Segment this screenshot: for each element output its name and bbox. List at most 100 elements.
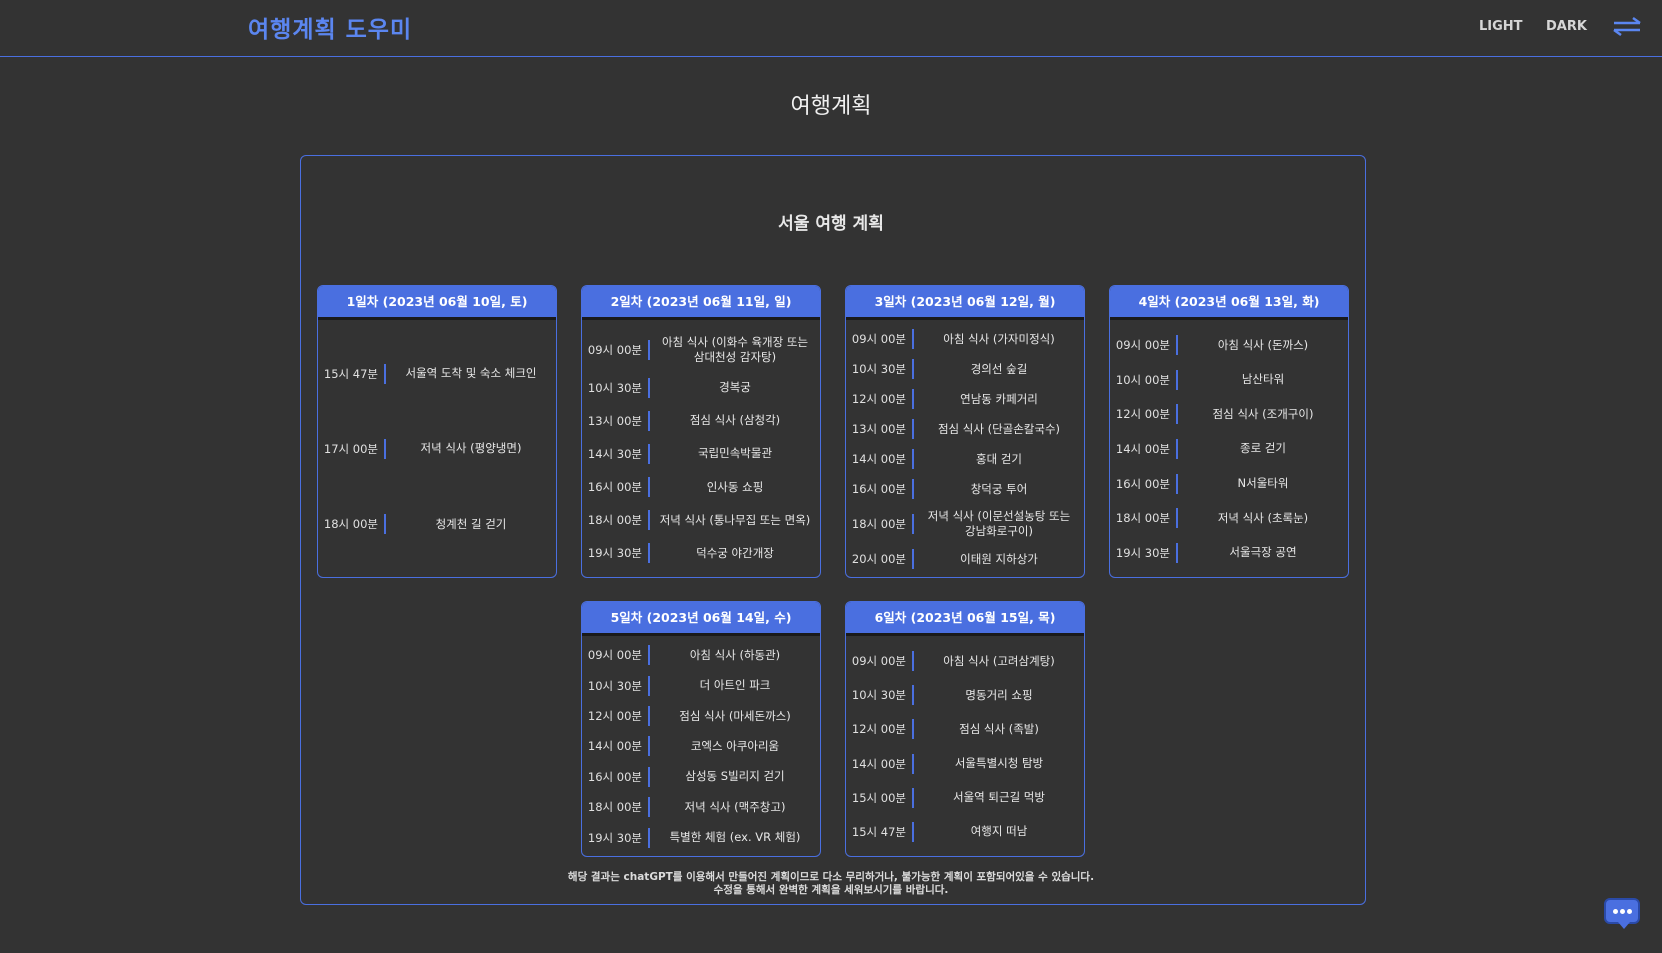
day-header: 4일차 (2023년 06월 13일, 화) bbox=[1110, 286, 1348, 320]
schedule-activity: 서울역 퇴근길 먹방 bbox=[953, 790, 1045, 805]
schedule-time: 16시 00분 bbox=[1115, 476, 1170, 491]
schedule-activity: 더 아트인 파크 bbox=[699, 678, 771, 693]
schedule-item: 09시 00분 아침 식사 (돈까스) bbox=[1110, 335, 1348, 356]
schedule-list: 09시 00분 아침 식사 (하동관) 10시 30분 더 아트인 파크 12시 0… bbox=[582, 636, 820, 856]
schedule-item: 10시 30분 명동거리 쇼핑 bbox=[846, 685, 1084, 706]
schedule-list: 09시 00분 아침 식사 (돈까스) 10시 00분 남산타워 12시 00분 점심… bbox=[1110, 320, 1348, 577]
schedule-time: 12시 00분 bbox=[1115, 407, 1170, 422]
schedule-time: 14시 00분 bbox=[1115, 441, 1170, 456]
schedule-activity: 청계천 길 걷기 bbox=[435, 516, 507, 531]
schedule-item: 09시 00분 아침 식사 (이화수 육개장 또는 삼대천성 감자탕) bbox=[582, 335, 820, 365]
chat-bubble-icon[interactable] bbox=[1604, 898, 1640, 924]
schedule-item: 15시 47분 서울역 도착 및 숙소 체크인 bbox=[318, 363, 556, 384]
schedule-activity: 특별한 체험 (ex. VR 체험) bbox=[669, 830, 801, 845]
schedule-item: 18시 00분 청계천 길 걷기 bbox=[318, 514, 556, 535]
schedule-item: 19시 30분 서울극장 공연 bbox=[1110, 542, 1348, 563]
schedule-time: 14시 30분 bbox=[587, 446, 642, 461]
day-header: 6일차 (2023년 06월 15일, 목) bbox=[846, 602, 1084, 636]
schedule-time: 18시 00분 bbox=[1115, 511, 1170, 526]
schedule-time: 19시 30분 bbox=[587, 830, 642, 845]
schedule-time: 10시 30분 bbox=[587, 678, 642, 693]
schedule-list: 09시 00분 아침 식사 (이화수 육개장 또는 삼대천성 감자탕) 10시 3… bbox=[582, 320, 820, 577]
schedule-item: 12시 00분 점심 식사 (마세돈까스) bbox=[582, 706, 820, 727]
schedule-time: 09시 00분 bbox=[587, 648, 642, 663]
schedule-time: 12시 00분 bbox=[851, 392, 906, 406]
schedule-time: 09시 00분 bbox=[1115, 338, 1170, 353]
schedule-time: 18시 00분 bbox=[323, 517, 378, 532]
schedule-time: 19시 30분 bbox=[1115, 545, 1170, 560]
schedule-activity: 인사동 쇼핑 bbox=[706, 479, 764, 494]
schedule-item: 16시 00분 인사동 쇼핑 bbox=[582, 477, 820, 498]
schedule-time: 14시 00분 bbox=[587, 739, 642, 754]
schedule-time: 16시 00분 bbox=[851, 482, 906, 496]
plan-title: 서울 여행 계획 bbox=[778, 214, 884, 234]
chat-bubble-tail bbox=[1618, 922, 1630, 929]
schedule-activity: 국립민속박물관 bbox=[697, 446, 773, 461]
schedule-time: 20시 00분 bbox=[851, 552, 906, 566]
day-header: 5일차 (2023년 06월 14일, 수) bbox=[582, 602, 820, 636]
day-card-5: 5일차 (2023년 06월 14일, 수) 09시 00분 아침 식사 (하동관… bbox=[581, 601, 821, 857]
schedule-activity: 홍대 걷기 bbox=[976, 451, 1022, 466]
disclaimer-note: 해당 결과는 chatGPT를 이용해서 만들어진 계획이므로 다소 무리하거나… bbox=[0, 871, 1662, 897]
schedule-activity: 남산타워 bbox=[1241, 372, 1285, 387]
schedule-item: 14시 00분 서울특별시청 탐방 bbox=[846, 753, 1084, 774]
schedule-list: 09시 00분 아침 식사 (고려삼계탕) 10시 30분 명동거리 쇼핑 12시 … bbox=[846, 636, 1084, 856]
schedule-time: 15시 00분 bbox=[851, 790, 906, 805]
schedule-item: 09시 00분 아침 식사 (고려삼계탕) bbox=[846, 651, 1084, 672]
schedule-activity: 점심 식사 (족발) bbox=[959, 721, 1039, 736]
dot bbox=[1620, 909, 1625, 914]
schedule-time: 12시 00분 bbox=[587, 709, 642, 724]
schedule-activity: 서울역 도착 및 숙소 체크인 bbox=[405, 366, 537, 381]
schedule-time: 09시 00분 bbox=[587, 342, 642, 357]
schedule-list: 15시 47분 서울역 도착 및 숙소 체크인 17시 00분 저녁 식사 (평양냉… bbox=[318, 320, 556, 577]
schedule-item: 16시 00분 삼성동 S빌리지 걷기 bbox=[582, 766, 820, 787]
disclaimer-line-2: 수정을 통해서 완벽한 계획을 세워보시기를 바랍니다. bbox=[713, 884, 949, 896]
schedule-time: 18시 00분 bbox=[851, 517, 906, 531]
schedule-activity: 이태원 지하상가 bbox=[960, 551, 1038, 566]
schedule-activity: 연남동 카페거리 bbox=[960, 391, 1038, 406]
schedule-activity: 서울극장 공연 bbox=[1229, 545, 1297, 560]
schedule-item: 12시 00분 점심 식사 (족발) bbox=[846, 719, 1084, 740]
schedule-activity: 아침 식사 (가자미정식) bbox=[943, 331, 1055, 346]
schedule-activity: 종로 걷기 bbox=[1240, 441, 1286, 456]
schedule-time: 17시 00분 bbox=[323, 441, 378, 456]
schedule-activity: 덕수궁 야간개장 bbox=[696, 545, 774, 560]
light-mode-link[interactable]: LIGHT bbox=[1479, 19, 1523, 34]
day-card-4: 4일차 (2023년 06월 13일, 화) 09시 00분 아침 식사 (돈까스… bbox=[1109, 285, 1349, 578]
schedule-item: 14시 00분 종로 걷기 bbox=[1110, 438, 1348, 459]
dark-mode-link[interactable]: DARK bbox=[1546, 19, 1587, 34]
schedule-time: 09시 00분 bbox=[851, 654, 906, 669]
schedule-activity: 경의선 숲길 bbox=[970, 361, 1028, 376]
schedule-item: 14시 30분 국립민속박물관 bbox=[582, 443, 820, 464]
schedule-activity: 삼성동 S빌리지 걷기 bbox=[685, 769, 785, 784]
day-header: 2일차 (2023년 06월 11일, 일) bbox=[582, 286, 820, 320]
schedule-item: 18시 00분 저녁 식사 (이문선설농탕 또는 강남화로구이) bbox=[846, 509, 1084, 539]
schedule-item: 09시 00분 아침 식사 (가자미정식) bbox=[846, 329, 1084, 349]
schedule-activity: 아침 식사 (고려삼계탕) bbox=[943, 653, 1055, 668]
schedule-time: 13시 00분 bbox=[587, 413, 642, 428]
schedule-item: 14시 00분 홍대 걷기 bbox=[846, 449, 1084, 469]
schedule-activity: 점심 식사 (삼청각) bbox=[689, 413, 781, 428]
schedule-time: 19시 30분 bbox=[587, 546, 642, 561]
schedule-activity: 저녁 식사 (초록눈) bbox=[1217, 510, 1309, 525]
schedule-activity: 저녁 식사 (맥주창고) bbox=[684, 799, 786, 814]
schedule-item: 18시 00분 저녁 식사 (맥주창고) bbox=[582, 797, 820, 818]
schedule-activity: 아침 식사 (하동관) bbox=[689, 647, 781, 662]
schedule-time: 10시 00분 bbox=[1115, 372, 1170, 387]
disclaimer-line-1: 해당 결과는 chatGPT를 이용해서 만들어진 계획이므로 다소 무리하거나… bbox=[567, 871, 1095, 883]
schedule-item: 12시 00분 점심 식사 (조개구이) bbox=[1110, 404, 1348, 425]
schedule-time: 18시 00분 bbox=[587, 800, 642, 815]
schedule-item: 19시 30분 덕수궁 야간개장 bbox=[582, 543, 820, 564]
swap-arrows-icon[interactable] bbox=[1611, 16, 1643, 38]
schedule-activity: 저녁 식사 (이문선설농탕 또는 강남화로구이) bbox=[927, 509, 1071, 538]
schedule-item: 13시 00분 점심 식사 (삼청각) bbox=[582, 410, 820, 431]
schedule-item: 14시 00분 코엑스 아쿠아리움 bbox=[582, 736, 820, 757]
schedule-item: 10시 30분 경의선 숲길 bbox=[846, 359, 1084, 379]
schedule-time: 10시 30분 bbox=[851, 688, 906, 703]
app-logo[interactable]: 여행계획 도우미 bbox=[248, 10, 412, 44]
schedule-time: 14시 00분 bbox=[851, 756, 906, 771]
schedule-item: 12시 00분 연남동 카페거리 bbox=[846, 389, 1084, 409]
day-header: 3일차 (2023년 06월 12일, 월) bbox=[846, 286, 1084, 320]
schedule-item: 20시 00분 이태원 지하상가 bbox=[846, 549, 1084, 569]
schedule-activity: 저녁 식사 (통나무집 또는 면옥) bbox=[659, 512, 811, 527]
